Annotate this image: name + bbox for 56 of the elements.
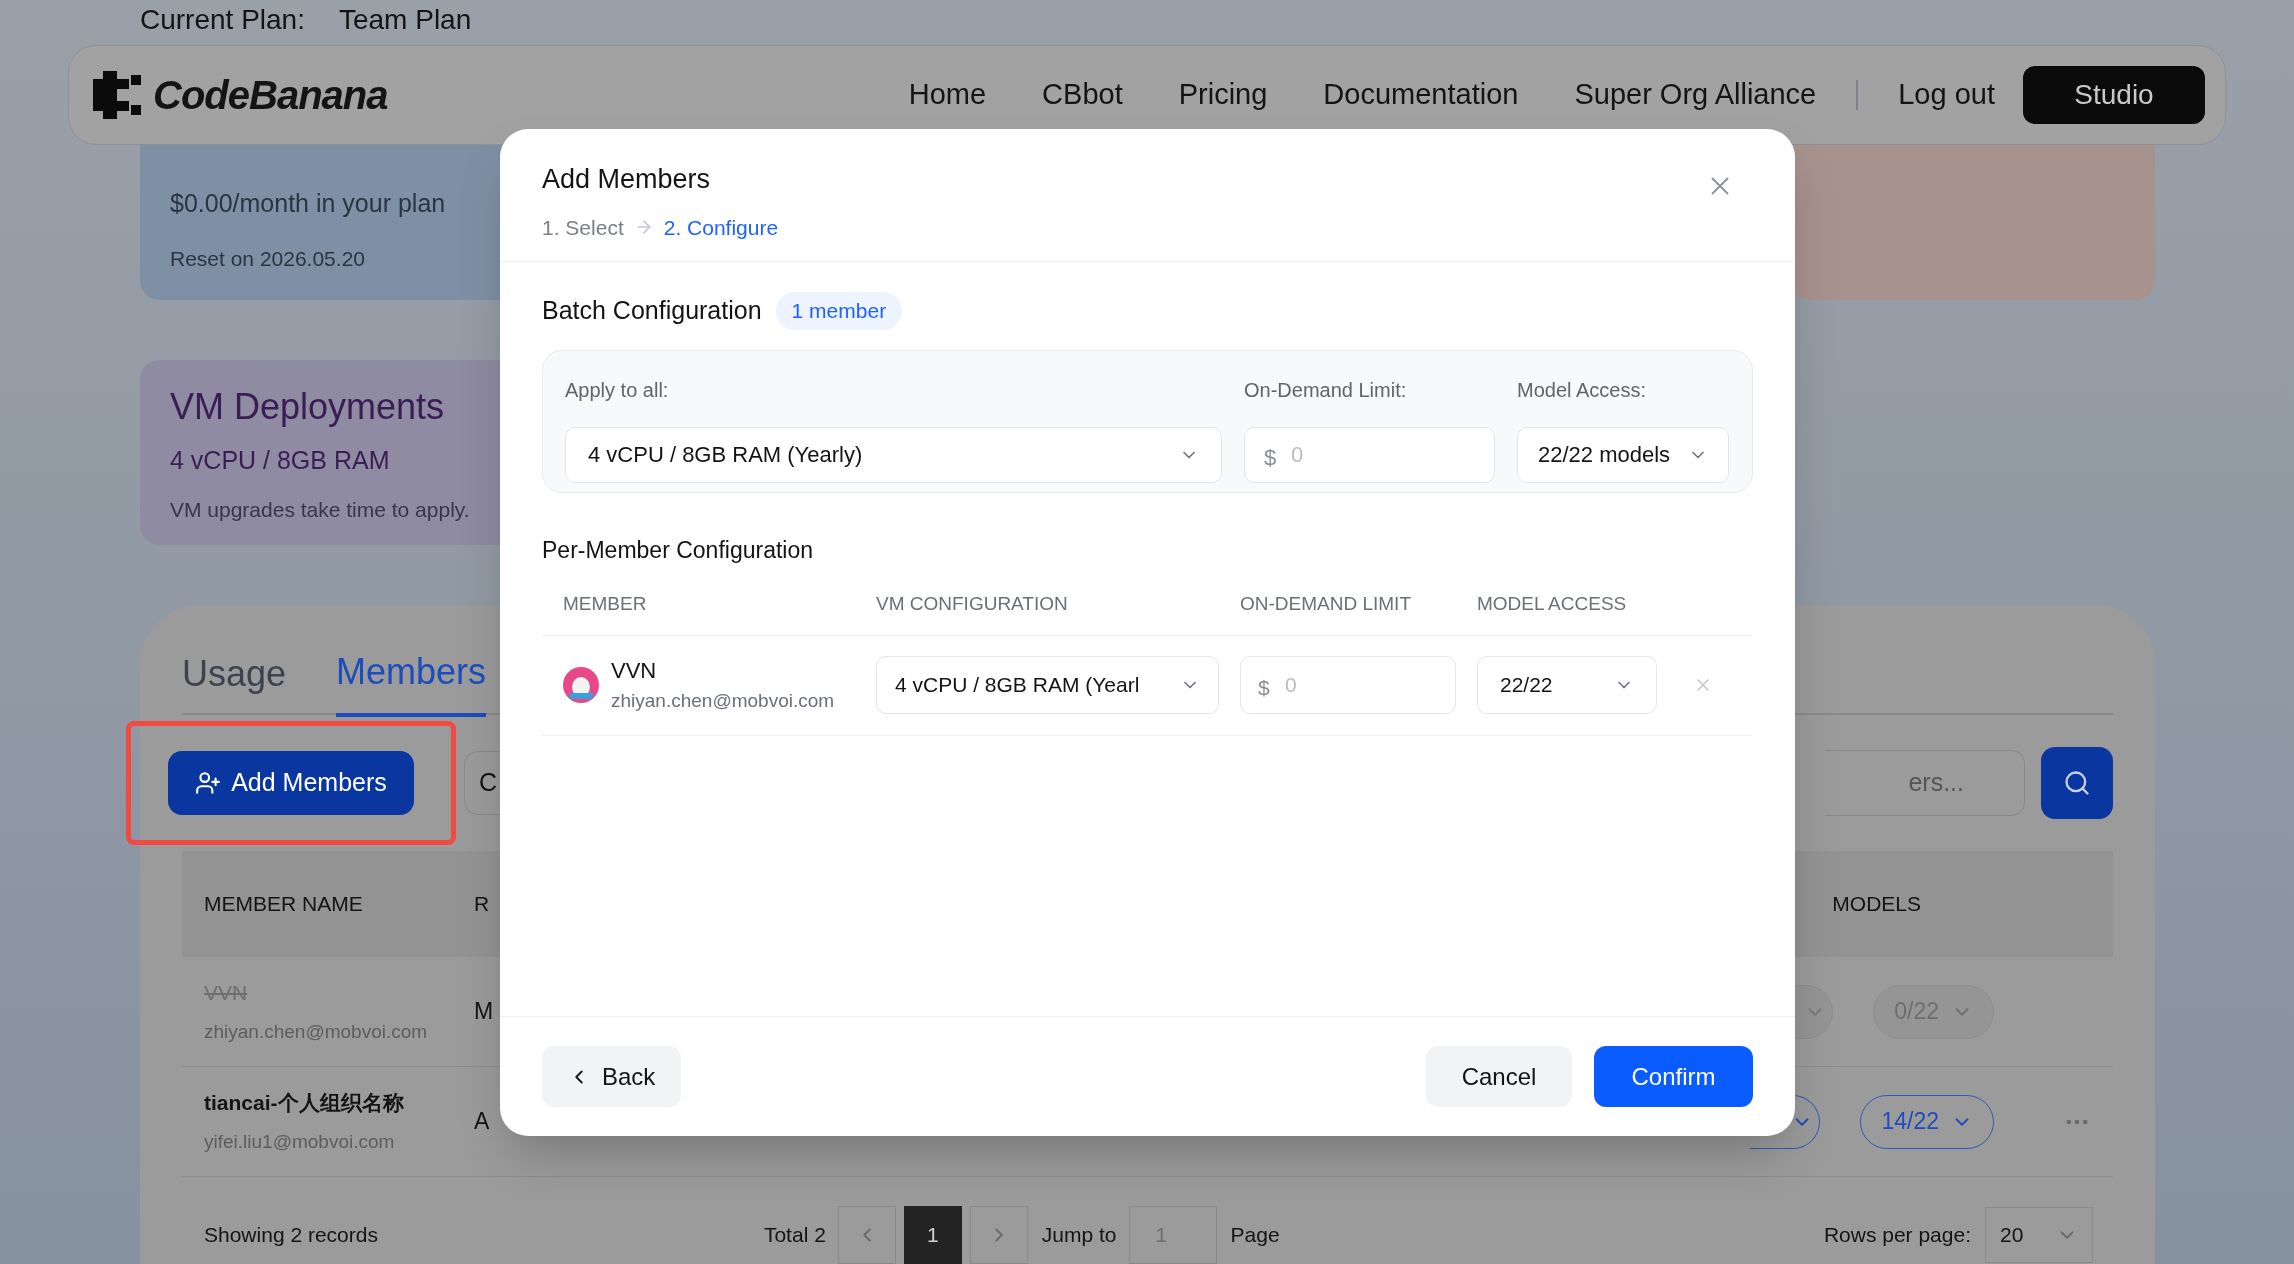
- model-access-select[interactable]: 22/22 models: [1517, 426, 1729, 483]
- vm-title: VM Deployments: [170, 385, 446, 429]
- vm-note: VM upgrades take time to apply.: [170, 496, 471, 523]
- total-count: Total 2: [763, 1222, 826, 1249]
- column-header: MODELS: [1832, 891, 1921, 918]
- plan-name: Team Plan: [338, 3, 472, 37]
- column-header: ON-DEMAND LIMIT: [1240, 591, 1412, 616]
- jump-label: Jump to: [1041, 1222, 1117, 1249]
- member-email: zhiyan.chen@mobvoi.com: [611, 689, 835, 714]
- dialog-title: Add Members: [542, 163, 712, 196]
- vm-select[interactable]: 4 vCPU / 8GB RAM (Yearly): [565, 426, 1222, 483]
- member-name: VVN: [611, 657, 658, 686]
- nav-link[interactable]: Home: [908, 73, 987, 117]
- page-button[interactable]: 1: [903, 1206, 962, 1264]
- section-title: Batch Configuration: [542, 295, 762, 327]
- column-header: MEMBER: [563, 591, 648, 616]
- currency-symbol: $: [1264, 443, 1277, 472]
- nav-link[interactable]: Super Org Alliance: [1574, 73, 1817, 117]
- model-access-select[interactable]: 22/22: [1477, 656, 1657, 714]
- nav-link[interactable]: CBbot: [1042, 73, 1123, 117]
- rows-per-page-select[interactable]: 20: [1985, 1207, 2093, 1263]
- records-count: Showing 2 records: [204, 1222, 378, 1249]
- back-button[interactable]: Back: [542, 1046, 682, 1107]
- page-label: Page: [1230, 1222, 1280, 1249]
- section-title: Per-Member Configuration: [542, 536, 814, 565]
- vm-select[interactable]: 4 vCPU / 8GB RAM (Yearl: [876, 656, 1219, 714]
- plan-price: $0.00/month in your plan: [170, 188, 447, 219]
- member-email: zhiyan.chen@mobvoi.com: [204, 1020, 429, 1044]
- column-header: MODEL ACCESS: [1477, 591, 1628, 616]
- plan-label: Current Plan:: [140, 3, 305, 37]
- column-header: MEMBER NAME: [204, 891, 364, 918]
- field-label: Apply to all:: [565, 378, 670, 403]
- member-name: tiancai-个人组织名称: [204, 1089, 405, 1116]
- confirm-button[interactable]: Confirm: [1594, 1046, 1753, 1107]
- nav-link[interactable]: Documentation: [1323, 73, 1519, 117]
- nav-link[interactable]: Pricing: [1178, 73, 1268, 117]
- currency-symbol: $: [1258, 675, 1270, 701]
- tab[interactable]: Usage: [182, 645, 287, 717]
- field-label: Model Access:: [1517, 378, 1647, 403]
- studio-button[interactable]: Studio: [2023, 66, 2205, 124]
- member-email: yifei.liu1@mobvoi.com: [204, 1130, 396, 1154]
- member-role: A: [474, 1107, 491, 1137]
- column-header: R: [474, 891, 490, 918]
- vm-spec: 4 vCPU / 8GB RAM: [170, 445, 391, 476]
- logo-text[interactable]: CodeBanana: [153, 65, 388, 125]
- add-members-button[interactable]: Add Members: [168, 751, 414, 815]
- reset-date: Reset on 2026.05.20: [170, 245, 366, 272]
- logout-link[interactable]: Log out: [1898, 73, 1995, 117]
- rows-per-page-label: Rows per page:: [1823, 1222, 1971, 1249]
- member-role: M: [474, 997, 495, 1027]
- member-count-badge: 1 member: [775, 292, 903, 330]
- field-label: On-Demand Limit:: [1244, 378, 1408, 403]
- step-label: 2. Configure: [663, 214, 779, 241]
- column-header: VM CONFIGURATION: [876, 591, 1069, 616]
- cancel-button[interactable]: Cancel: [1426, 1046, 1572, 1107]
- step-label: 1. Select: [542, 214, 624, 241]
